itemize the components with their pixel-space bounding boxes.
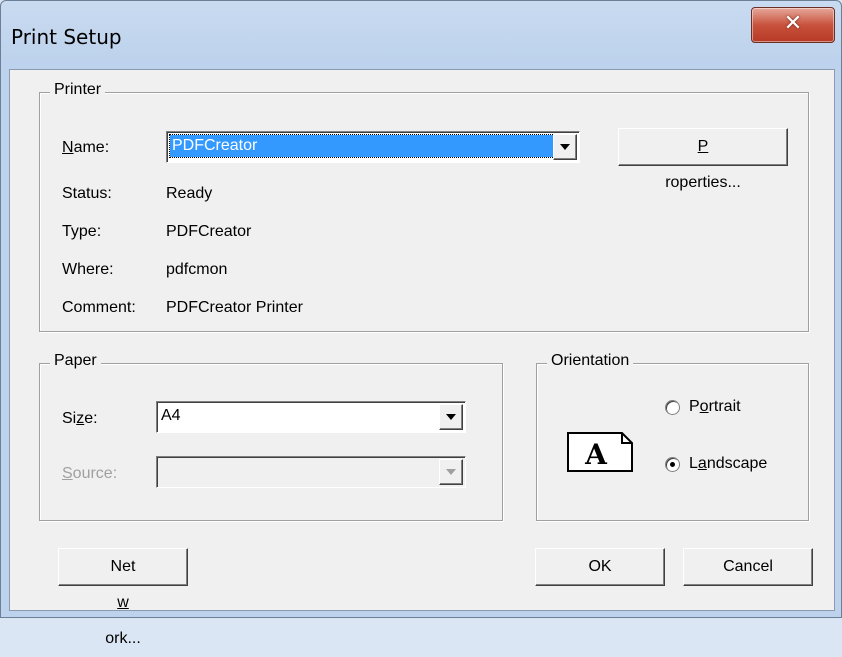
size-label: Size: [62, 410, 98, 427]
paper-size-value: A4 [161, 407, 181, 424]
network-button[interactable]: Net w ork... [58, 548, 188, 647]
portrait-radio[interactable] [665, 400, 680, 415]
type-value: PDFCreator [166, 223, 252, 240]
printer-name-combobox[interactable]: PDFCreator [166, 131, 580, 163]
landscape-radio[interactable] [665, 457, 680, 472]
paper-legend: Paper [50, 352, 101, 370]
portrait-label[interactable]: Portrait [689, 398, 741, 416]
where-value: pdfcmon [166, 261, 228, 278]
print-setup-dialog: Print Setup ✕ Printer Name: PDFCreator P… [0, 0, 842, 647]
paper-size-dropdown-button[interactable] [439, 404, 463, 430]
title-bar[interactable]: Print Setup ✕ [1, 1, 841, 69]
landscape-page-icon: A [567, 432, 633, 472]
orientation-group: Orientation A Portrait Landscape [536, 352, 809, 521]
ok-button[interactable]: OK [535, 548, 665, 586]
status-value: Ready [166, 185, 213, 202]
paper-group: Paper Size: A4 Source: [39, 352, 503, 521]
radio-selected-dot [670, 462, 675, 467]
source-label: Source: [62, 465, 118, 482]
window-title: Print Setup [11, 25, 122, 49]
landscape-label[interactable]: Landscape [689, 455, 767, 473]
page-icon-letter: A [584, 438, 608, 471]
orientation-legend: Orientation [547, 352, 634, 370]
chevron-down-icon [446, 414, 456, 420]
printer-name-value: PDFCreator [169, 134, 557, 158]
cancel-button[interactable]: Cancel [683, 548, 813, 586]
chevron-down-icon [560, 144, 570, 150]
status-label: Status: [62, 185, 112, 202]
close-button[interactable]: ✕ [751, 7, 835, 43]
comment-label: Comment: [62, 299, 136, 316]
printer-group: Printer Name: PDFCreator Properties... S… [39, 81, 809, 332]
where-label: Where: [62, 261, 114, 278]
chevron-down-icon [446, 469, 456, 475]
printer-name-dropdown-button[interactable] [553, 134, 577, 160]
paper-source-dropdown-button[interactable] [439, 459, 463, 485]
properties-button[interactable]: Properties... [618, 128, 788, 191]
comment-value: PDFCreator Printer [166, 299, 303, 316]
paper-size-combobox[interactable]: A4 [156, 401, 466, 433]
dialog-body: Printer Name: PDFCreator Properties... S… [9, 69, 835, 647]
type-label: Type: [62, 223, 102, 240]
close-icon: ✕ [783, 11, 803, 36]
name-label: Name: [62, 139, 110, 156]
printer-legend: Printer [50, 81, 106, 99]
paper-source-combobox[interactable] [156, 456, 466, 488]
